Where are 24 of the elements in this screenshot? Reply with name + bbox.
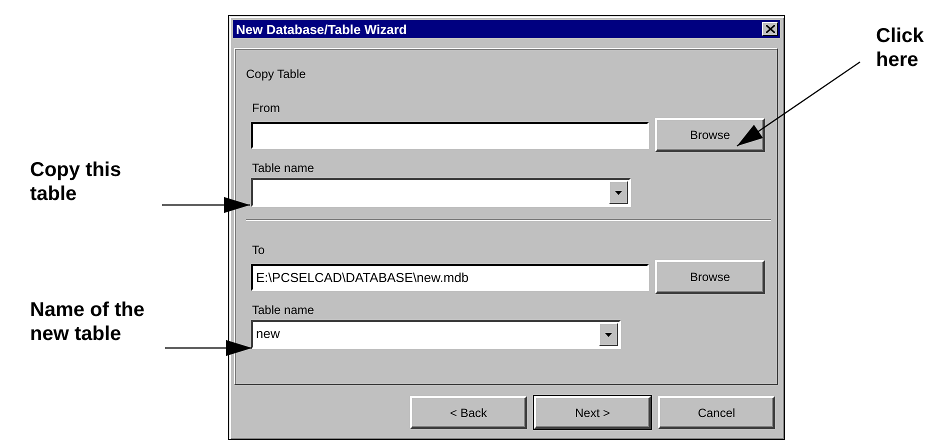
table-name-combo[interactable]: [251, 178, 631, 207]
field-label: To: [252, 243, 265, 257]
dropdown-button[interactable]: [609, 181, 628, 204]
close-icon: [766, 25, 774, 33]
wizard-button[interactable]: < Back: [410, 396, 527, 429]
field-label: Table name: [252, 303, 314, 317]
caret-icon: [605, 332, 612, 336]
callout-text: Name of the new table: [30, 298, 146, 346]
callout-text: Copy this table: [30, 158, 122, 206]
table-name-combo[interactable]: new: [251, 320, 621, 349]
dropdown-button[interactable]: [599, 323, 618, 346]
callout-text: Click here: [876, 24, 925, 72]
field-label: Table name: [252, 161, 314, 175]
browse-button[interactable]: Browse: [655, 260, 765, 294]
caret-icon: [615, 190, 622, 194]
window-title: New Database/Table Wizard: [236, 22, 407, 36]
close-button[interactable]: [762, 22, 778, 36]
browse-button[interactable]: Browse: [655, 118, 765, 152]
section-title: Copy Table: [246, 67, 306, 81]
wizard-button[interactable]: Next >: [534, 396, 651, 429]
wizard-button[interactable]: Cancel: [658, 396, 775, 429]
to-field[interactable]: E:\PCSELCAD\DATABASE\new.mdb: [251, 264, 649, 290]
field-label: From: [252, 101, 280, 115]
from-field[interactable]: [251, 122, 649, 148]
